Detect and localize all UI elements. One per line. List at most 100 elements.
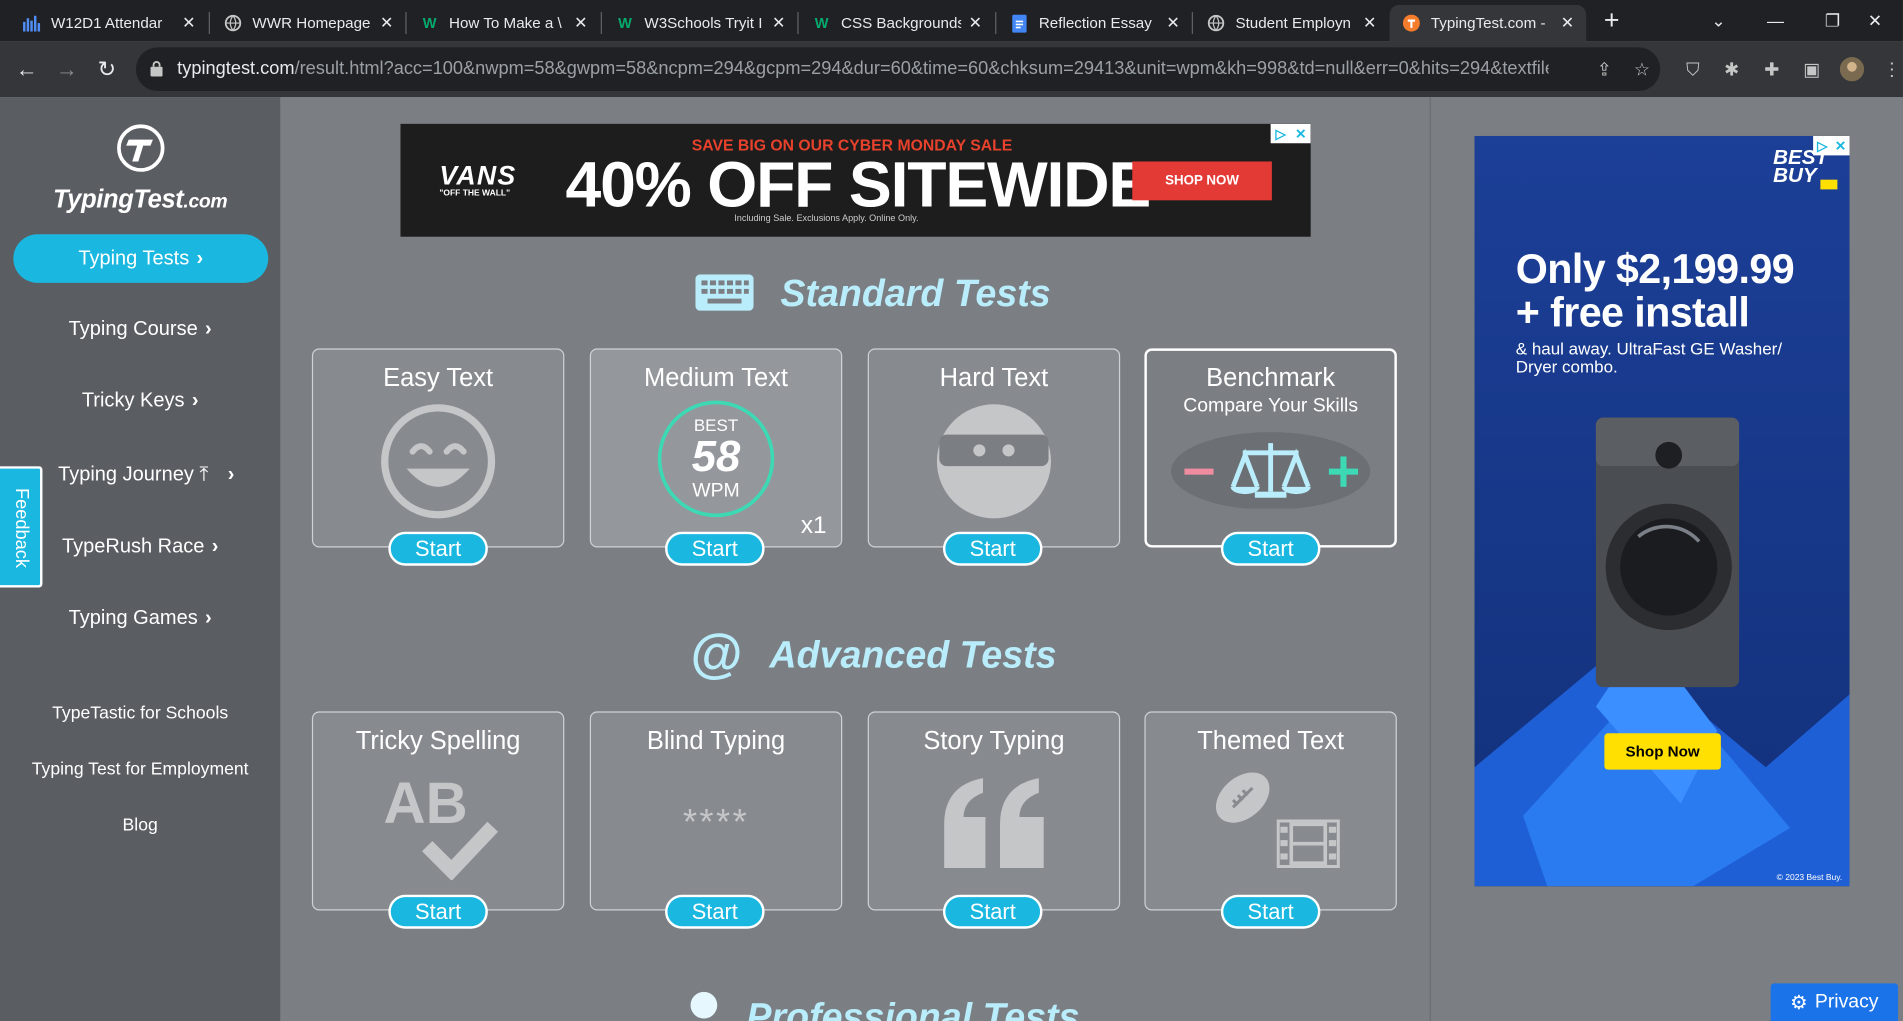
easy-text-start-button[interactable]: Start (388, 531, 488, 566)
vans-logo: VANS "OFF THE WALL" (439, 160, 517, 198)
side-panel-icon[interactable]: ▣ (1794, 51, 1830, 87)
hard-text-card[interactable]: Hard Text (867, 348, 1121, 548)
close-tab-icon[interactable]: ✕ (1561, 13, 1574, 32)
chevron-right-icon: › (191, 389, 199, 412)
card-title: Blind Typing (646, 727, 786, 756)
close-tab-icon[interactable]: ✕ (182, 13, 195, 32)
close-tab-icon[interactable]: ✕ (1363, 13, 1376, 32)
reload-icon[interactable]: ↻ (89, 51, 125, 87)
browser-tab[interactable]: Student Employn ✕ (1194, 5, 1388, 41)
shield-extension-icon[interactable]: ⛉ (1675, 51, 1711, 87)
nav-typing-course[interactable]: Typing Course › (0, 318, 280, 341)
bookmark-star-icon[interactable]: ☆ (1624, 51, 1660, 87)
share-icon[interactable]: ⇪ (1586, 51, 1622, 87)
browser-tab[interactable]: W12D1 Attendar ✕ (10, 5, 208, 41)
medium-text-card[interactable]: Medium Text BEST 58 WPM x1 (589, 348, 843, 548)
adchoices-icon[interactable]: ▷ ✕ (1813, 135, 1850, 156)
feedback-tab[interactable]: Feedback (0, 466, 43, 588)
story-typing-card[interactable]: Story Typing (867, 711, 1121, 911)
close-tab-icon[interactable]: ✕ (969, 13, 982, 32)
benchmark-start-button[interactable]: Start (1220, 531, 1321, 566)
themed-text-start-button[interactable]: Start (1220, 894, 1321, 929)
upload-icon: ⤒ (199, 463, 209, 486)
back-icon[interactable]: ← (8, 51, 44, 87)
benchmark-card[interactable]: Benchmark Compare Your Skills (1144, 348, 1397, 548)
blind-typing-start-button[interactable]: Start (665, 894, 765, 929)
blind-typing-card[interactable]: Blind Typing **** (589, 711, 843, 911)
close-tab-icon[interactable]: ✕ (772, 13, 785, 32)
professional-tests-heading: Professional Tests (746, 995, 1080, 1021)
menu-kebab-icon[interactable]: ⋮ (1874, 51, 1903, 87)
card-subtitle: Compare Your Skills (1183, 395, 1359, 417)
card-title: Story Typing (923, 727, 1065, 756)
close-tab-icon[interactable]: ✕ (1166, 13, 1179, 32)
link-blog[interactable]: Blog (0, 816, 280, 835)
close-window-icon[interactable]: ✕ (1847, 0, 1903, 41)
card-title: Tricky Spelling (355, 727, 521, 756)
vans-ad-banner[interactable]: VANS "OFF THE WALL" SAVE BIG ON OUR CYBER… (400, 123, 1311, 237)
typingtest-logo-icon (116, 124, 164, 172)
w3schools-favicon-icon: W (618, 14, 632, 32)
tab-title: CSS Backgrounds (841, 14, 962, 32)
docs-favicon-icon (1010, 13, 1029, 33)
browser-tab[interactable]: WWR Homepage ✕ (211, 5, 405, 41)
story-typing-start-button[interactable]: Start (942, 894, 1043, 929)
easy-text-card[interactable]: Easy Text (311, 348, 565, 548)
logo-text: TypingTest.com (53, 185, 228, 214)
asterisks-icon: **** (682, 802, 750, 843)
quote-mark-icon (944, 778, 1044, 869)
tab-title: TypingTest.com - (1430, 14, 1546, 32)
ad-shop-now-button[interactable]: SHOP NOW (1132, 161, 1272, 201)
gear-extension-icon[interactable]: ✱ (1714, 51, 1750, 87)
nav-typing-games[interactable]: Typing Games › (0, 607, 280, 630)
themed-text-card[interactable]: Themed Text (1144, 711, 1397, 911)
link-employment[interactable]: Typing Test for Employment (0, 760, 280, 779)
card-title: Hard Text (939, 364, 1049, 393)
ad-body: & haul away. UltraFast GE Washer/ Dryer … (1515, 338, 1783, 377)
tricky-spelling-start-button[interactable]: Start (388, 894, 488, 929)
profile-avatar[interactable] (1834, 51, 1870, 87)
ad-headline: 40% OFF SITEWIDE (565, 149, 1152, 221)
tab-search-icon[interactable]: ⌄ (1691, 0, 1747, 41)
address-bar[interactable]: typingtest.com/result.html?acc=100&nwpm=… (135, 47, 1661, 92)
gear-icon: ⚙ (1790, 992, 1808, 1014)
bestbuy-ad[interactable]: BEST BUY Only $2,199.99 + free install & … (1474, 135, 1850, 887)
ad-copyright: © 2023 Best Buy. (1776, 874, 1843, 883)
hard-text-start-button[interactable]: Start (942, 531, 1043, 566)
lock-icon (150, 61, 163, 77)
link-typetastic[interactable]: TypeTastic for Schools (0, 704, 280, 723)
close-tab-icon[interactable]: ✕ (380, 13, 393, 32)
medium-text-start-button[interactable]: Start (665, 531, 765, 566)
chevron-right-icon: › (196, 247, 204, 269)
attempt-count: x1 (800, 512, 827, 540)
close-tab-icon[interactable]: ✕ (574, 13, 587, 32)
forward-icon[interactable]: → (49, 51, 85, 87)
adchoices-icon[interactable]: ▷ ✕ (1270, 123, 1311, 144)
site-logo[interactable]: TypingTest.com (0, 124, 280, 215)
balance-scale-icon (1171, 432, 1371, 509)
minimize-icon[interactable]: — (1748, 0, 1804, 41)
w3schools-favicon-icon: W (422, 14, 437, 32)
tricky-spelling-card[interactable]: Tricky Spelling AB (311, 711, 565, 911)
tab-title: W12D1 Attendar (50, 14, 163, 32)
tab-title: W3Schools Tryit I (644, 14, 763, 32)
ad-shop-now-button[interactable]: Shop Now (1604, 733, 1721, 770)
card-title: Medium Text (644, 364, 789, 393)
nav-typing-tests[interactable]: Typing Tests › (13, 234, 269, 283)
privacy-button[interactable]: ⚙ Privacy (1770, 983, 1899, 1021)
puzzle-extensions-icon[interactable]: ✚ (1754, 51, 1790, 87)
professional-tests-icon (690, 991, 718, 1019)
browser-tab[interactable]: W CSS Backgrounds ✕ (800, 5, 994, 41)
best-wpm-badge: BEST 58 WPM (657, 400, 775, 518)
keyboard-icon (695, 274, 754, 311)
standard-tests-heading: Standard Tests (780, 271, 1051, 315)
page-content: TypingTest.com Typing Tests › Typing Cour… (0, 97, 1903, 1021)
w3schools-favicon-icon: W (814, 14, 829, 32)
url-text: typingtest.com/result.html?acc=100&nwpm=… (177, 58, 1549, 79)
browser-tab[interactable]: W How To Make a \ ✕ (408, 5, 600, 41)
nav-tricky-keys[interactable]: Tricky Keys › (0, 390, 280, 413)
browser-tab-active[interactable]: TypingTest.com - ✕ (1389, 4, 1587, 42)
browser-tab[interactable]: W W3Schools Tryit I ✕ (603, 5, 797, 41)
browser-tab[interactable]: Reflection Essay ✕ (998, 5, 1192, 41)
new-tab-icon[interactable]: + (1584, 0, 1640, 41)
